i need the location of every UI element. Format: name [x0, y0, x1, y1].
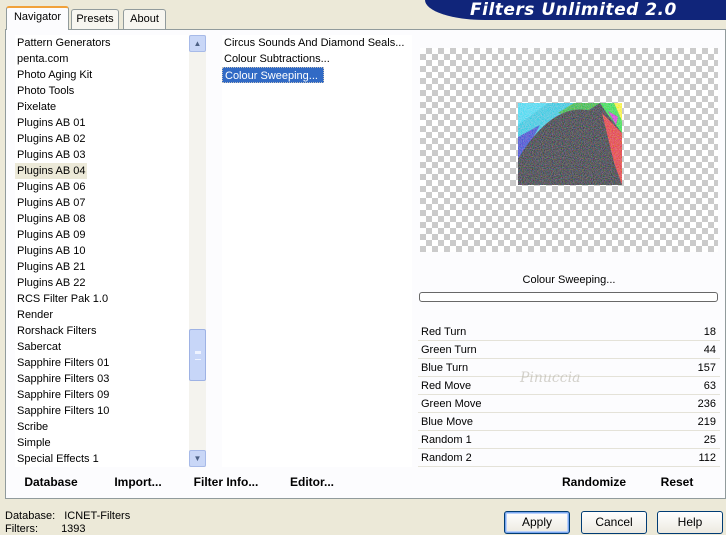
category-item[interactable]: Scribe [15, 419, 191, 435]
filter-list[interactable]: Circus Sounds And Diamond Seals... Colour… [222, 35, 412, 467]
category-item[interactable]: Sapphire Filters 09 [15, 387, 191, 403]
slider-label: Red Turn [421, 326, 467, 338]
category-item[interactable]: Plugins AB 08 [15, 211, 191, 227]
category-item[interactable]: Plugins AB 06 [15, 179, 191, 195]
slider-value: 157 [697, 362, 716, 374]
category-item[interactable]: Photo Aging Kit [15, 67, 191, 83]
category-item[interactable]: Plugins AB 07 [15, 195, 191, 211]
parameter-sliders: Red Turn 18 Green Turn 44 Blue Turn 157 Red Mo… [418, 323, 720, 467]
category-list[interactable]: Pattern Generators penta.com Photo Aging K… [15, 35, 191, 467]
app-title: Filters Unlimited 2.0 [470, 0, 677, 20]
scroll-thumb[interactable] [189, 329, 206, 381]
slider-row[interactable]: Blue Move 219 [418, 413, 720, 431]
cancel-button[interactable]: Cancel [581, 511, 647, 534]
slider-value: 219 [697, 416, 716, 428]
tab-navigator[interactable]: Navigator [6, 6, 69, 30]
help-button[interactable]: Help [657, 511, 723, 534]
scroll-down-button[interactable]: ▼ [189, 450, 206, 467]
tab-about[interactable]: About [123, 9, 166, 29]
category-item[interactable]: Special Effects 1 [15, 451, 191, 467]
category-item[interactable]: Plugins AB 04 [15, 163, 87, 179]
database-button[interactable]: Database [22, 470, 80, 494]
slider-row[interactable]: Green Turn 44 [418, 341, 720, 359]
category-item[interactable]: Sapphire Filters 01 [15, 355, 191, 371]
slider-value: 44 [703, 344, 716, 356]
filter-item[interactable]: Colour Sweeping... [222, 67, 324, 83]
category-item[interactable]: Sapphire Filters 10 [15, 403, 191, 419]
slider-label: Blue Move [421, 416, 473, 428]
editor-button[interactable]: Editor... [288, 470, 336, 494]
slider-row[interactable]: Green Move 236 [418, 395, 720, 413]
category-item[interactable]: Render [15, 307, 191, 323]
slider-row[interactable]: Red Turn 18 [418, 323, 720, 341]
filters-status-value: 1393 [61, 523, 86, 535]
slider-row[interactable]: Random 1 25 [418, 431, 720, 449]
reset-button[interactable]: Reset [655, 470, 699, 494]
slider-row[interactable]: Random 2 112 [418, 449, 720, 467]
category-item[interactable]: Plugins AB 01 [15, 115, 191, 131]
database-status: Database: ICNET-Filters [5, 510, 130, 522]
slider-label: Random 1 [421, 434, 472, 446]
category-item[interactable]: Plugins AB 02 [15, 131, 191, 147]
slider-value: 112 [698, 452, 716, 464]
category-item[interactable]: Simple [15, 435, 191, 451]
filters-status-label: Filters: [5, 523, 38, 535]
category-item[interactable]: RCS Filter Pak 1.0 [15, 291, 191, 307]
category-item[interactable]: Plugins AB 09 [15, 227, 191, 243]
category-item[interactable]: Pattern Generators [15, 35, 191, 51]
apply-button[interactable]: Apply [504, 511, 570, 534]
filter-item[interactable]: Circus Sounds And Diamond Seals... [222, 35, 412, 51]
category-item[interactable]: Photo Tools [15, 83, 191, 99]
category-item[interactable]: Sapphire Filters 03 [15, 371, 191, 387]
filters-status: Filters: 1393 [5, 523, 86, 535]
preview-image [518, 103, 622, 185]
slider-label: Random 2 [421, 452, 472, 464]
watermark-signature: Pinuccia [520, 370, 581, 386]
database-status-label: Database: [5, 510, 56, 522]
slider-label: Green Move [421, 398, 482, 410]
filter-info-button[interactable]: Filter Info... [190, 470, 262, 494]
slider-label: Blue Turn [421, 362, 469, 374]
slider-value: 63 [703, 380, 716, 392]
progress-bar [419, 292, 718, 302]
slider-value: 25 [703, 434, 716, 446]
randomize-button[interactable]: Randomize [558, 470, 630, 494]
category-item[interactable]: penta.com [15, 51, 191, 67]
filter-name-label: Colour Sweeping... [522, 274, 616, 286]
category-item[interactable]: Sabercat [15, 339, 191, 355]
database-status-value: ICNET-Filters [64, 510, 131, 522]
import-button[interactable]: Import... [112, 470, 164, 494]
category-item[interactable]: Plugins AB 10 [15, 243, 191, 259]
category-item[interactable]: Plugins AB 21 [15, 259, 191, 275]
filter-item[interactable]: Colour Subtractions... [222, 51, 412, 67]
scroll-up-button[interactable]: ▲ [189, 35, 206, 52]
category-item[interactable]: Plugins AB 22 [15, 275, 191, 291]
preview-area [420, 48, 718, 252]
slider-value: 236 [697, 398, 716, 410]
slider-value: 18 [703, 326, 716, 338]
category-item[interactable]: Pixelate [15, 99, 191, 115]
slider-label: Green Turn [421, 344, 477, 356]
category-item[interactable]: Rorshack Filters [15, 323, 191, 339]
category-item[interactable]: Plugins AB 03 [15, 147, 191, 163]
tab-presets[interactable]: Presets [71, 9, 119, 29]
slider-label: Red Move [421, 380, 472, 392]
category-scrollbar[interactable]: ▲ ▼ [189, 35, 206, 467]
